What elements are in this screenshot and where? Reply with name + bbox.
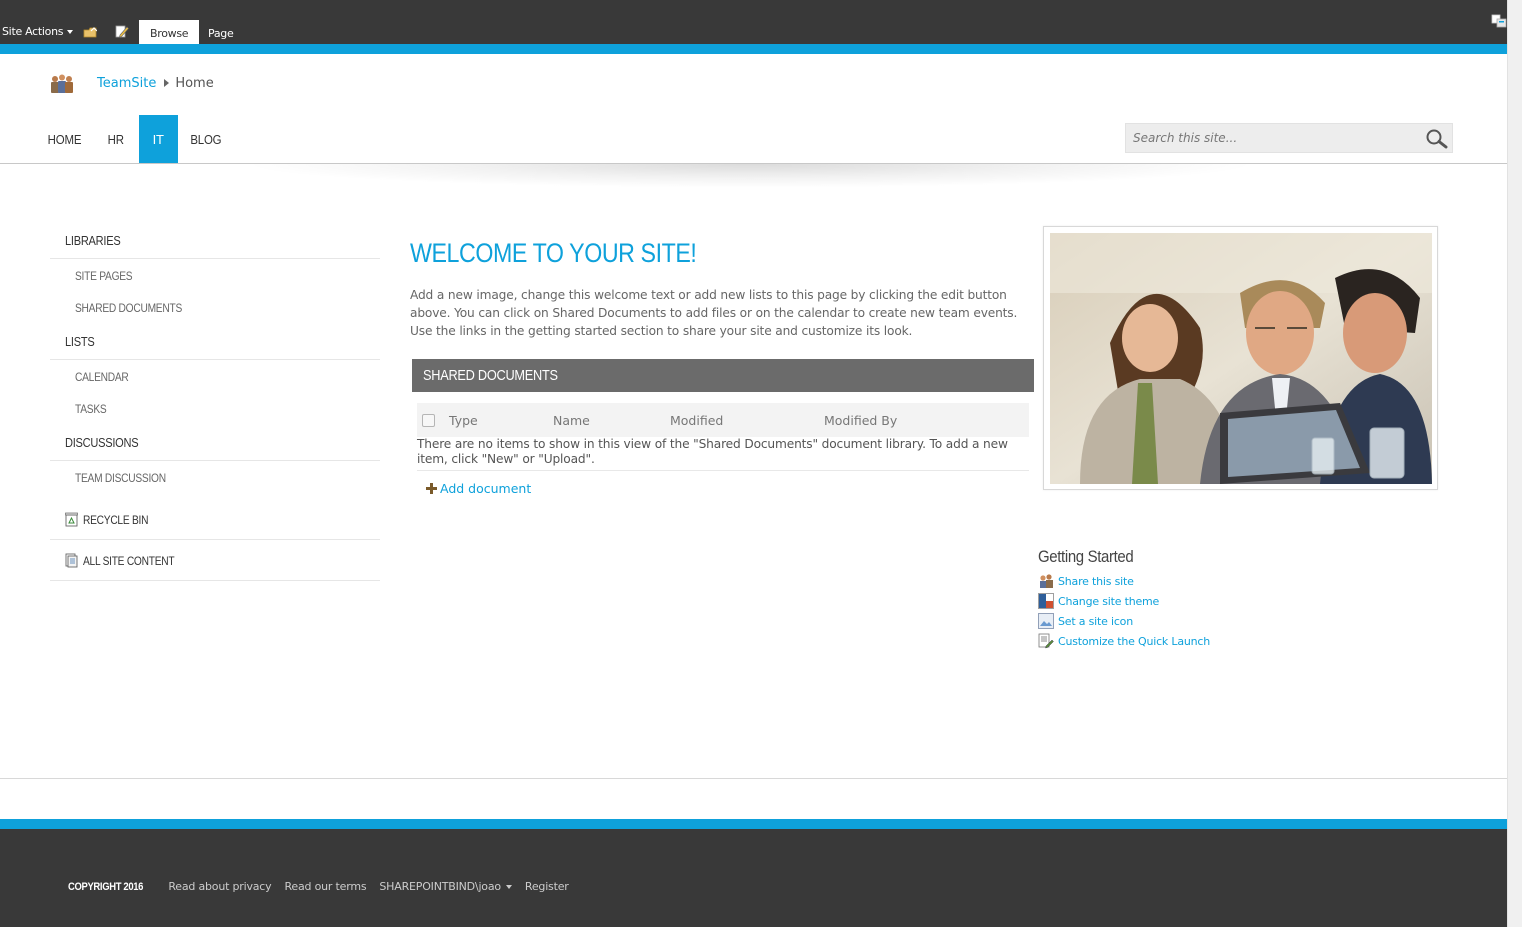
- column-header-name[interactable]: Name: [553, 413, 590, 428]
- site-icon-icon: [1038, 613, 1054, 629]
- recycle-bin-icon: [65, 512, 78, 527]
- navigate-up-icon[interactable]: [83, 25, 97, 38]
- footer-divider: [0, 778, 1507, 779]
- nav-shadow: [240, 164, 1260, 188]
- team-photo: [1050, 233, 1432, 484]
- ribbon: Site Actions Browse Page: [0, 0, 1507, 44]
- select-all-checkbox[interactable]: [422, 414, 435, 427]
- nav-heading-libraries-label: LIBRARIES: [65, 233, 121, 248]
- plus-icon: [426, 483, 437, 494]
- nav-item-all-site-content[interactable]: ALL SITE CONTENT: [50, 540, 380, 581]
- search-input[interactable]: [1126, 124, 1416, 152]
- top-navigation: HOME HR IT BLOG: [38, 115, 238, 163]
- breadcrumb-arrow-icon: [164, 79, 170, 87]
- search-box: [1125, 123, 1453, 153]
- add-document-link[interactable]: Add document: [426, 481, 531, 496]
- chevron-down-icon: [67, 30, 74, 34]
- theme-icon: [1038, 593, 1054, 609]
- nav-item-it[interactable]: IT: [138, 115, 178, 163]
- nav-item-blog[interactable]: BLOG: [178, 115, 231, 163]
- change-theme-label: Change site theme: [1058, 594, 1160, 608]
- nav-item-recycle-bin-label: RECYCLE BIN: [83, 512, 149, 527]
- terms-link[interactable]: Read our terms: [284, 880, 366, 893]
- customize-quick-launch-label: Customize the Quick Launch: [1058, 634, 1211, 648]
- nav-item-shared-documents-label: SHARED DOCUMENTS: [75, 301, 183, 315]
- site-actions-menu[interactable]: Site Actions: [2, 25, 74, 38]
- page: Site Actions Browse Page TeamSite Home H…: [0, 0, 1522, 927]
- nav-item-calendar-label: CALENDAR: [75, 370, 129, 384]
- welcome-text: Add a new image, change this welcome tex…: [410, 288, 1018, 338]
- search-icon[interactable]: [1424, 128, 1450, 150]
- breadcrumb-teamsite-link[interactable]: TeamSite: [97, 76, 156, 91]
- share-site-link[interactable]: Share this site: [1038, 571, 1210, 591]
- privacy-link[interactable]: Read about privacy: [168, 880, 271, 893]
- nav-heading-discussions-label: DISCUSSIONS: [65, 435, 139, 450]
- set-site-icon-link[interactable]: Set a site icon: [1038, 611, 1210, 631]
- nav-heading-discussions[interactable]: DISCUSSIONS: [50, 427, 380, 461]
- breadcrumb: TeamSite Home: [97, 76, 214, 91]
- column-header-modified-by[interactable]: Modified By: [824, 413, 897, 428]
- nav-item-home[interactable]: HOME: [38, 115, 91, 163]
- nav-item-recycle-bin[interactable]: RECYCLE BIN: [50, 499, 380, 540]
- focus-on-content-icon[interactable]: [1491, 14, 1507, 28]
- quick-launch-icon: [1038, 633, 1054, 649]
- nav-item-team-discussion-label: TEAM DISCUSSION: [75, 471, 166, 485]
- nav-item-tasks[interactable]: TASKS: [50, 392, 380, 427]
- vertical-scrollbar[interactable]: [1507, 0, 1522, 927]
- shared-documents-title-label: SHARED DOCUMENTS: [423, 367, 558, 384]
- edit-page-icon[interactable]: [115, 25, 129, 38]
- ribbon-accent-bar: [0, 44, 1507, 54]
- tab-page-label: Page: [208, 27, 234, 40]
- nav-item-all-site-content-label: ALL SITE CONTENT: [83, 553, 175, 568]
- site-logo-icon[interactable]: [49, 73, 75, 95]
- nav-item-shared-documents[interactable]: SHARED DOCUMENTS: [50, 291, 380, 326]
- nav-item-hr[interactable]: HR: [98, 115, 134, 163]
- tab-browse[interactable]: Browse: [139, 20, 200, 44]
- nav-heading-lists[interactable]: LISTS: [50, 326, 380, 360]
- nav-item-site-pages-label: SITE PAGES: [75, 269, 133, 283]
- tab-browse-label: Browse: [150, 27, 189, 40]
- empty-list-message: There are no items to show in this view …: [417, 437, 1029, 471]
- user-menu[interactable]: SHAREPOINTBIND\joao: [379, 880, 501, 893]
- customize-quick-launch-link[interactable]: Customize the Quick Launch: [1038, 631, 1210, 651]
- shared-documents-webpart-title[interactable]: SHARED DOCUMENTS: [412, 359, 1034, 392]
- copyright-text: COPYRIGHT 2016: [68, 880, 144, 893]
- nav-item-tasks-label: TASKS: [75, 402, 107, 416]
- column-header-modified[interactable]: Modified: [670, 413, 723, 428]
- share-site-label: Share this site: [1058, 574, 1134, 588]
- nav-heading-lists-label: LISTS: [65, 334, 95, 349]
- getting-started-list: Share this site Change site theme Set a …: [1038, 571, 1210, 651]
- column-header-type[interactable]: Type: [449, 413, 478, 428]
- nav-item-team-discussion[interactable]: TEAM DISCUSSION: [50, 461, 380, 499]
- add-document-label: Add document: [440, 481, 532, 496]
- footer: COPYRIGHT 2016 Read about privacy Read o…: [0, 829, 1507, 927]
- site-actions-label: Site Actions: [2, 25, 64, 38]
- all-site-content-icon: [65, 553, 78, 568]
- footer-accent-bar: [0, 819, 1507, 829]
- tab-page[interactable]: Page: [208, 20, 244, 44]
- documents-table-header: Type Name Modified Modified By: [417, 403, 1029, 437]
- set-site-icon-label: Set a site icon: [1058, 614, 1133, 628]
- chevron-down-icon[interactable]: [505, 884, 512, 889]
- getting-started-title: Getting Started: [1038, 547, 1134, 566]
- change-theme-link[interactable]: Change site theme: [1038, 591, 1210, 611]
- breadcrumb-current: Home: [175, 76, 214, 91]
- site-image-frame: [1043, 226, 1438, 490]
- register-link[interactable]: Register: [525, 880, 569, 893]
- nav-item-calendar[interactable]: CALENDAR: [50, 360, 380, 392]
- nav-item-site-pages[interactable]: SITE PAGES: [50, 259, 380, 291]
- page-title: WELCOME TO YOUR SITE!: [410, 238, 697, 268]
- share-icon: [1040, 574, 1053, 588]
- quick-launch: LIBRARIES SITE PAGES SHARED DOCUMENTS LI…: [50, 225, 380, 581]
- footer-links: COPYRIGHT 2016 Read about privacy Read o…: [68, 880, 569, 893]
- nav-heading-libraries[interactable]: LIBRARIES: [50, 225, 380, 259]
